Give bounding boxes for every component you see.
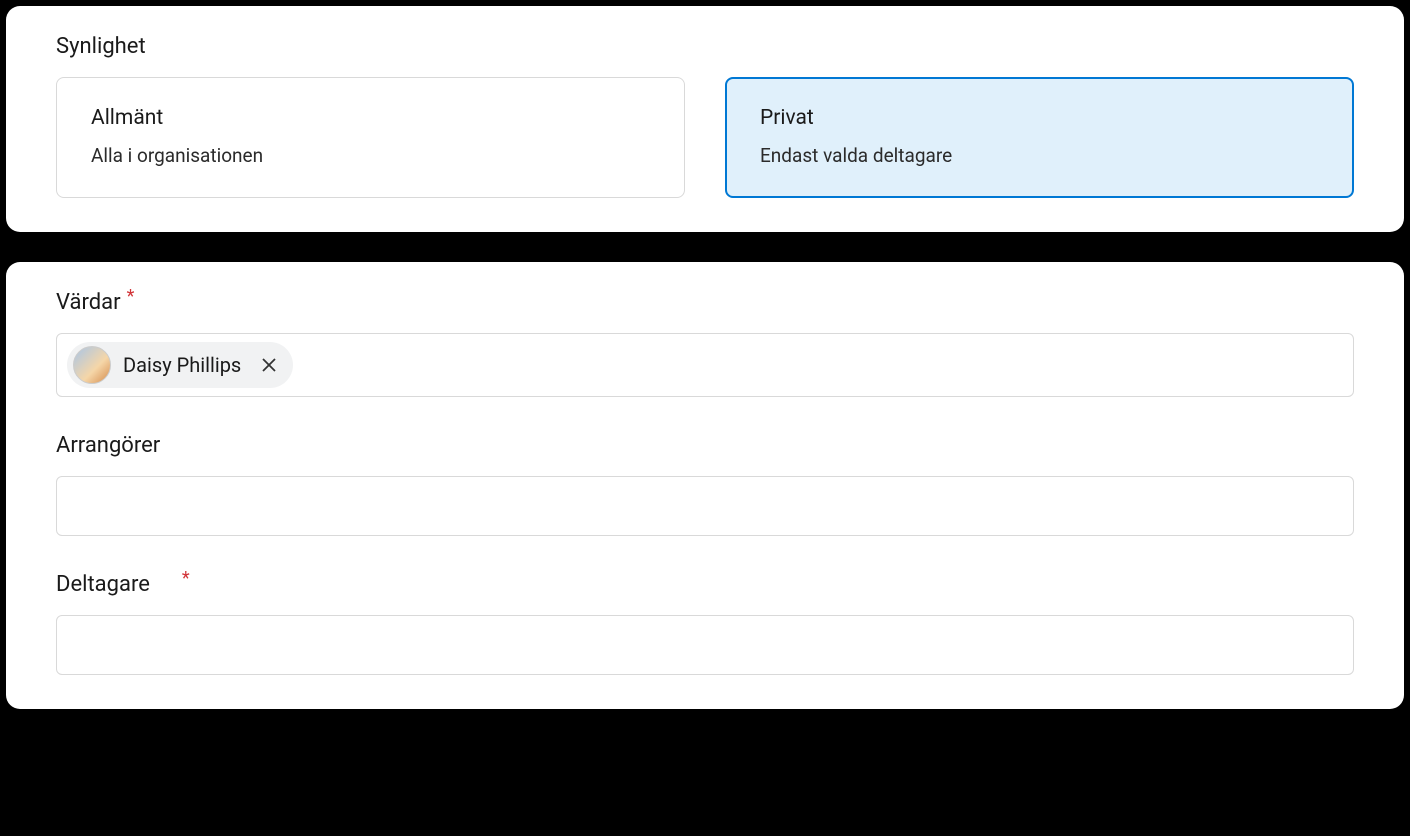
visibility-option-general[interactable]: Allmänt Alla i organisationen [56,77,685,198]
close-icon[interactable] [259,355,279,375]
organizers-field-group: Arrangörer [56,433,1354,536]
visibility-option-general-title: Allmänt [91,106,650,130]
host-chip-name: Daisy Phillips [123,353,241,377]
hosts-label-text: Värdar [56,290,121,315]
host-chip: Daisy Phillips [67,342,293,388]
organizers-label: Arrangörer [56,433,1354,458]
hosts-field-group: Värdar * Daisy Phillips [56,290,1354,397]
visibility-panel: Synlighet Allmänt Alla i organisationen … [6,6,1404,232]
avatar [73,346,111,384]
visibility-option-private[interactable]: Privat Endast valda deltagare [725,77,1354,198]
visibility-option-private-description: Endast valda deltagare [760,144,1319,167]
organizers-input[interactable] [56,476,1354,536]
people-panel: Värdar * Daisy Phillips Arrangörer D [6,262,1404,709]
participants-label-text: Deltagare [56,572,150,597]
hosts-input[interactable]: Daisy Phillips [56,333,1354,397]
visibility-title: Synlighet [56,34,1354,59]
hosts-label: Värdar * [56,290,1354,315]
visibility-option-general-description: Alla i organisationen [91,144,650,167]
participants-input[interactable] [56,615,1354,675]
visibility-options: Allmänt Alla i organisationen Privat End… [56,77,1354,198]
required-indicator: * [127,288,135,306]
visibility-option-private-title: Privat [760,106,1319,130]
required-indicator: * [182,570,190,588]
participants-field-group: Deltagare * [56,572,1354,675]
organizers-label-text: Arrangörer [56,433,160,458]
participants-label: Deltagare * [56,572,1354,597]
